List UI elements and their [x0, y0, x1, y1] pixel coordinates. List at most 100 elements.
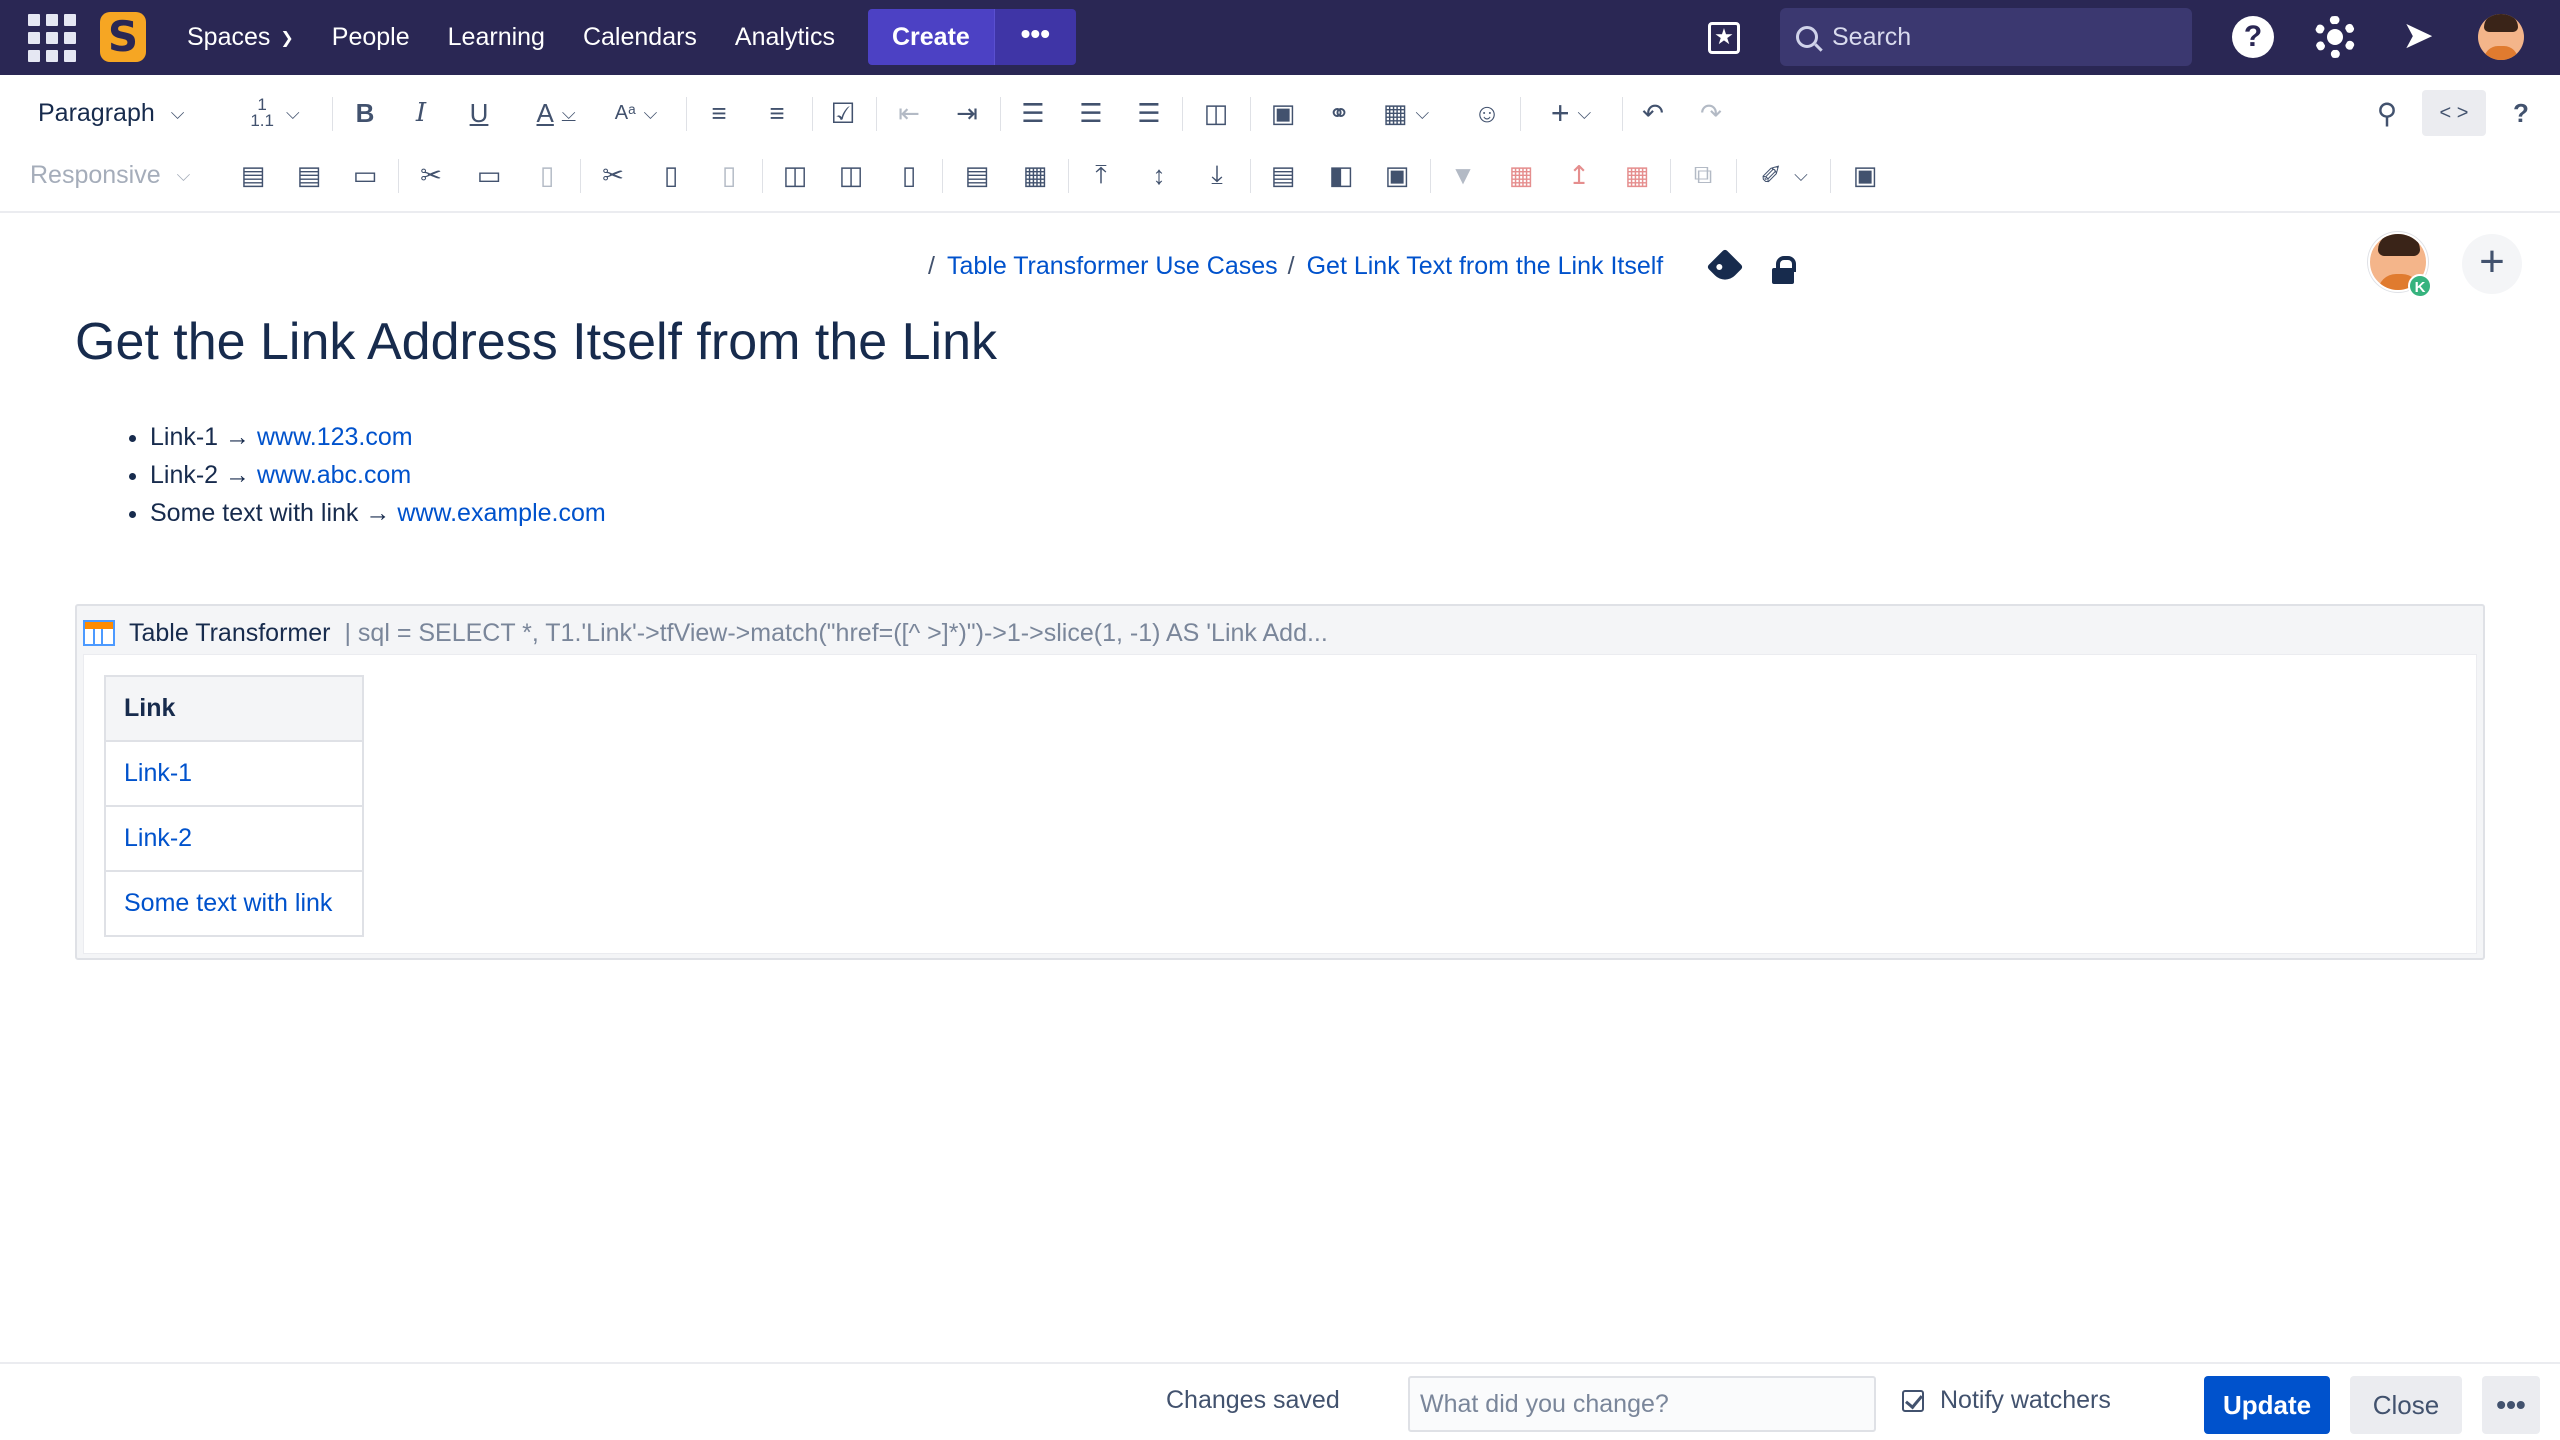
delete-column-icon[interactable]: ▯ — [892, 147, 926, 203]
align-top-icon[interactable]: ⤒ — [1084, 147, 1118, 203]
text-format-icon[interactable]: Aᵃ ⌵ — [606, 85, 666, 141]
create-button[interactable]: Create — [868, 9, 994, 65]
more-actions-button[interactable]: ••• — [2482, 1376, 2540, 1434]
indent-icon[interactable]: ⇥ — [950, 85, 984, 141]
table-transformer-macro[interactable]: Table Transformer | sql = SELECT *, T1.'… — [75, 604, 2485, 960]
align-middle-icon[interactable]: ↕ — [1142, 147, 1176, 203]
nav-learning[interactable]: Learning — [429, 23, 564, 52]
change-comment-input[interactable] — [1408, 1376, 1876, 1432]
cut-row-icon[interactable]: ✂ — [414, 147, 448, 203]
copy-table-icon[interactable]: ⧉ — [1686, 147, 1720, 203]
confluence-logo[interactable]: S — [100, 12, 146, 62]
align-right-icon[interactable]: ☰ — [1132, 85, 1166, 141]
merge-cells-icon[interactable]: ▤ — [960, 147, 994, 203]
gear-icon[interactable] — [2314, 16, 2356, 58]
list-item-link[interactable]: www.example.com — [397, 499, 605, 527]
delete-row-icon[interactable]: ▭ — [348, 147, 382, 203]
transform-table-icon[interactable]: ▦ — [1620, 147, 1654, 203]
list-item-link[interactable]: www.abc.com — [257, 461, 411, 489]
notify-checkbox[interactable] — [1902, 1389, 1924, 1412]
list-item: Link-1 → www.123.com — [150, 418, 606, 456]
highlight-cells-icon[interactable]: ▣ — [1380, 147, 1414, 203]
find-replace-icon[interactable]: ⚲ — [2370, 85, 2404, 141]
copy-column-icon[interactable]: ▯ — [654, 147, 688, 203]
link-list: Link-1 → www.123.com Link-2 → www.abc.co… — [150, 418, 606, 532]
macro-header[interactable]: Table Transformer | sql = SELECT *, T1.'… — [83, 612, 1328, 654]
insert-row-below-icon[interactable]: ▤ — [292, 147, 326, 203]
header-row-icon[interactable]: ▤ — [1266, 147, 1300, 203]
create-more-button[interactable]: ••• — [993, 9, 1076, 65]
link-icon[interactable]: ⚭ — [1322, 85, 1356, 141]
table-header-cell[interactable]: Link — [104, 675, 364, 742]
cut-column-icon[interactable]: ✂ — [596, 147, 630, 203]
copy-row-icon[interactable]: ▭ — [472, 147, 506, 203]
toolbar-divider — [1250, 97, 1251, 131]
table-row: Some text with link — [104, 870, 364, 937]
help-icon[interactable]: ? — [2232, 16, 2274, 58]
nav-spaces[interactable]: Spaces ❯ — [168, 23, 313, 52]
redo-icon[interactable]: ↷ — [1694, 85, 1728, 141]
align-bottom-icon[interactable]: ⤓ — [1200, 147, 1234, 203]
nav-people[interactable]: People — [313, 23, 429, 52]
insert-column-after-icon[interactable]: ◫ — [834, 147, 868, 203]
header-column-icon[interactable]: ◧ — [1324, 147, 1358, 203]
align-left-icon[interactable]: ☰ — [1016, 85, 1050, 141]
toolbar-divider — [580, 159, 581, 193]
insert-column-before-icon[interactable]: ◫ — [778, 147, 812, 203]
label-tag-icon[interactable] — [1706, 248, 1744, 286]
bullet-list-icon[interactable]: ≡ — [702, 85, 736, 141]
editor-toolbar: Paragraph ⌵ 1 1.1 ⌵ B I U A ⌵ Aᵃ ⌵ ≡ ≡ ☑ ⇤… — [0, 75, 2560, 213]
page-title[interactable]: Get the Link Address Itself from the Lin… — [75, 312, 997, 372]
nav-calendars[interactable]: Calendars — [564, 23, 716, 52]
update-button[interactable]: Update — [2204, 1376, 2330, 1434]
breadcrumb-item-parent-page[interactable]: Get Link Text from the Link Itself — [1307, 252, 1664, 281]
underline-icon[interactable]: U — [462, 85, 496, 141]
insert-plus-icon[interactable]: + ⌵ — [1540, 85, 1602, 141]
outdent-icon[interactable]: ⇤ — [892, 85, 926, 141]
image-icon[interactable]: ▣ — [1266, 85, 1300, 141]
undo-icon[interactable]: ↶ — [1636, 85, 1670, 141]
cell-color-icon[interactable]: ✐ ⌵ — [1752, 147, 1816, 203]
layout-icon[interactable]: ◫ — [1198, 85, 1234, 141]
italic-icon[interactable]: I — [404, 85, 438, 141]
nav-analytics[interactable]: Analytics — [716, 23, 854, 52]
emoji-icon[interactable]: ☺ — [1470, 85, 1504, 141]
list-item-link[interactable]: www.123.com — [257, 423, 413, 451]
table-layout-select[interactable]: Responsive ⌵ — [30, 147, 190, 203]
pivot-table-icon[interactable]: ▦ — [1504, 147, 1538, 203]
line-spacing-icon[interactable]: 1 1.1 ⌵ — [240, 85, 310, 141]
align-center-icon[interactable]: ☰ — [1074, 85, 1108, 141]
search-box[interactable]: Search — [1780, 8, 2192, 66]
create-button-group: Create ••• — [868, 9, 1076, 65]
add-collaborator-button[interactable]: + — [2462, 234, 2522, 294]
bold-icon[interactable]: B — [348, 85, 382, 141]
source-editor-toggle[interactable]: < > — [2422, 90, 2486, 136]
task-list-icon[interactable]: ☑ — [826, 85, 860, 141]
chart-icon[interactable]: ↥ — [1562, 147, 1596, 203]
close-button[interactable]: Close — [2350, 1376, 2462, 1434]
nav-people-label: People — [331, 23, 410, 51]
table-icon[interactable]: ▦ ⌵ — [1376, 85, 1436, 141]
insert-row-above-icon[interactable]: ▤ — [236, 147, 270, 203]
numbered-list-icon[interactable]: ≡ — [760, 85, 794, 141]
table-cell-link[interactable]: Link-2 — [104, 805, 364, 872]
breadcrumb-item-use-cases[interactable]: Table Transformer Use Cases — [947, 252, 1278, 281]
table-cell-link[interactable]: Some text with link — [104, 870, 364, 937]
app-switcher-icon[interactable] — [28, 14, 76, 62]
starred-icon[interactable]: ★ — [1708, 22, 1740, 54]
filter-table-icon[interactable]: ▼ — [1446, 147, 1480, 203]
whats-new-icon[interactable]: ➤ — [2398, 14, 2438, 58]
table-cell-link[interactable]: Link-1 — [104, 740, 364, 807]
breadcrumb-separator: / — [928, 252, 935, 280]
text-style-select[interactable]: Paragraph ⌵ — [38, 85, 184, 141]
text-color-icon[interactable]: A ⌵ — [528, 85, 584, 141]
notify-watchers-toggle[interactable]: Notify watchers — [1902, 1386, 2111, 1415]
restrictions-lock-icon[interactable] — [1772, 256, 1796, 284]
user-avatar[interactable] — [2478, 14, 2524, 60]
split-cells-icon[interactable]: ▦ — [1018, 147, 1052, 203]
paste-column-icon[interactable]: ▯ — [712, 147, 746, 203]
remove-table-icon[interactable]: ▣ — [1848, 147, 1882, 203]
text-style-value: Paragraph — [38, 98, 155, 127]
editor-help-icon[interactable]: ? — [2506, 85, 2536, 141]
paste-row-icon[interactable]: ▯ — [530, 147, 564, 203]
